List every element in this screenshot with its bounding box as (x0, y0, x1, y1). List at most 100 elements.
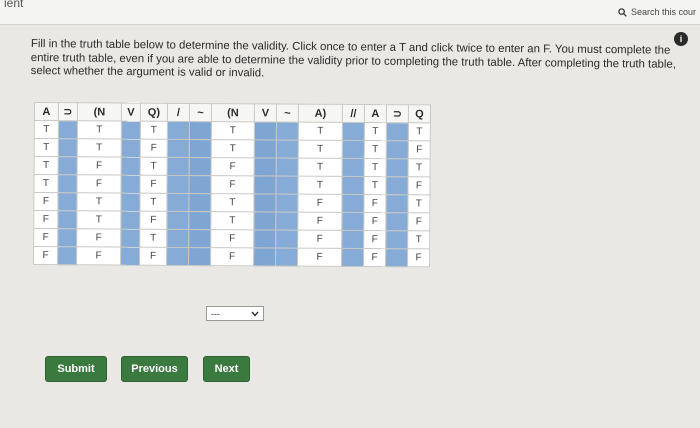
truth-table-input-cell[interactable] (120, 193, 140, 212)
truth-table-value-cell: T (211, 121, 255, 140)
truth-table-input-cell[interactable] (385, 212, 408, 231)
submit-button[interactable]: Submit (45, 356, 107, 382)
validity-select-value: --- (211, 308, 220, 319)
truth-table-value-cell: T (34, 138, 59, 157)
truth-table-value-cell: F (363, 230, 386, 249)
validity-select[interactable]: --- (206, 306, 264, 321)
truth-table-input-cell[interactable] (342, 158, 365, 177)
truth-table-input-cell[interactable] (386, 140, 409, 159)
search-placeholder: Search this cour (631, 7, 697, 17)
truth-table-input-cell[interactable] (121, 121, 141, 140)
truth-table-input-cell[interactable] (342, 140, 365, 159)
top-bar: ient Search this cour (0, 0, 700, 25)
truth-table-input-cell[interactable] (342, 122, 365, 141)
truth-table-input-cell[interactable] (385, 248, 408, 267)
truth-table-input-cell[interactable] (276, 157, 299, 177)
truth-table-input-cell[interactable] (120, 211, 140, 230)
truth-table-header-cell: / (167, 103, 190, 122)
truth-table-input-cell[interactable] (253, 247, 276, 266)
truth-table-row: FTFTFFF (33, 210, 430, 231)
truth-table-row: TFFFTTF (33, 174, 431, 195)
truth-table-input-cell[interactable] (386, 122, 409, 141)
truth-table-input-cell[interactable] (276, 121, 299, 141)
truth-table-input-cell[interactable] (57, 246, 77, 265)
truth-table-input-cell[interactable] (189, 121, 212, 140)
truth-table-value-cell: F (297, 212, 342, 231)
truth-table-value-cell: T (408, 158, 431, 177)
truth-table-input-cell[interactable] (58, 156, 78, 175)
truth-table-input-cell[interactable] (275, 247, 298, 267)
truth-table-input-cell[interactable] (341, 176, 365, 195)
truth-table-value-cell: F (297, 248, 342, 267)
truth-table-input-cell[interactable] (385, 176, 409, 195)
truth-table-input-cell[interactable] (58, 138, 78, 157)
truth-table-input-cell[interactable] (188, 211, 211, 230)
truth-table-input-cell[interactable] (188, 193, 211, 212)
next-button[interactable]: Next (203, 356, 250, 382)
truth-table-input-cell[interactable] (253, 193, 276, 212)
truth-table-input-cell[interactable] (275, 211, 298, 231)
truth-table-input-cell[interactable] (275, 229, 298, 249)
truth-table-input-cell[interactable] (166, 211, 189, 230)
truth-table-input-cell[interactable] (121, 139, 141, 158)
truth-table-value-cell: T (140, 157, 168, 176)
truth-table-header-cell: Q (408, 104, 431, 123)
truth-table-input-cell[interactable] (167, 139, 190, 158)
truth-table-input-cell[interactable] (166, 229, 189, 248)
truth-table-input-cell[interactable] (275, 193, 298, 213)
truth-table-input-cell[interactable] (385, 230, 408, 249)
truth-table-input-cell[interactable] (120, 175, 141, 194)
truth-table-input-cell[interactable] (188, 229, 211, 248)
truth-table-input-cell[interactable] (341, 230, 364, 249)
truth-table-input-cell[interactable] (57, 210, 77, 229)
truth-table-input-cell[interactable] (188, 175, 212, 194)
truth-table-input-cell[interactable] (57, 228, 77, 247)
truth-table-value-cell: F (76, 228, 121, 248)
truth-table-value-cell: T (364, 140, 387, 159)
truth-table-input-cell[interactable] (254, 121, 277, 140)
truth-table-input-cell[interactable] (121, 157, 141, 176)
truth-table-input-cell[interactable] (120, 247, 140, 266)
previous-button[interactable]: Previous (121, 356, 188, 382)
truth-table-input-cell[interactable] (167, 157, 190, 176)
truth-table-header-cell: (N (77, 102, 122, 122)
truth-table-input-cell[interactable] (189, 157, 212, 176)
truth-table-input-cell[interactable] (189, 139, 212, 158)
truth-table-input-cell[interactable] (254, 157, 277, 176)
truth-table-input-cell[interactable] (120, 229, 140, 248)
instructions-text: Fill in the truth table below to determi… (30, 38, 677, 80)
truth-table-input-cell[interactable] (57, 174, 78, 193)
truth-table-row: TTTTTTT (34, 120, 431, 141)
truth-table-row: FTTTFFT (33, 192, 430, 213)
truth-table-input-cell[interactable] (341, 194, 364, 213)
truth-table-input-cell[interactable] (385, 194, 408, 213)
truth-table-input-cell[interactable] (166, 247, 189, 266)
truth-table-value-cell: F (210, 175, 255, 194)
truth-table-input-cell[interactable] (58, 120, 78, 139)
truth-table-value-cell: T (407, 230, 430, 249)
truth-table-value-cell: F (363, 194, 386, 213)
truth-table-input-cell[interactable] (276, 139, 299, 159)
truth-table-header-cell: ~ (189, 103, 212, 122)
truth-table-input-cell[interactable] (254, 139, 277, 158)
truth-table-value-cell: T (34, 156, 59, 175)
truth-table-header-cell: A (34, 102, 59, 121)
search-field[interactable]: Search this cour (618, 4, 700, 20)
truth-table-value-cell: F (33, 192, 58, 211)
truth-table-input-cell[interactable] (253, 211, 276, 230)
truth-table-input-cell[interactable] (253, 175, 277, 194)
truth-table-input-cell[interactable] (166, 175, 190, 194)
truth-table-value-cell: F (33, 228, 58, 247)
truth-table-value-cell: F (140, 139, 168, 158)
truth-table-input-cell[interactable] (386, 158, 409, 177)
truth-table-input-cell[interactable] (341, 212, 364, 231)
truth-table-input-cell[interactable] (166, 193, 189, 212)
truth-table-value-cell: F (407, 248, 430, 267)
truth-table-input-cell[interactable] (188, 247, 211, 266)
truth-table-input-cell[interactable] (57, 192, 77, 211)
truth-table-input-cell[interactable] (167, 121, 190, 140)
truth-table-input-cell[interactable] (253, 229, 276, 248)
truth-table-input-cell[interactable] (341, 248, 364, 267)
truth-table-value-cell: T (76, 210, 121, 230)
truth-table-input-cell[interactable] (275, 175, 299, 195)
